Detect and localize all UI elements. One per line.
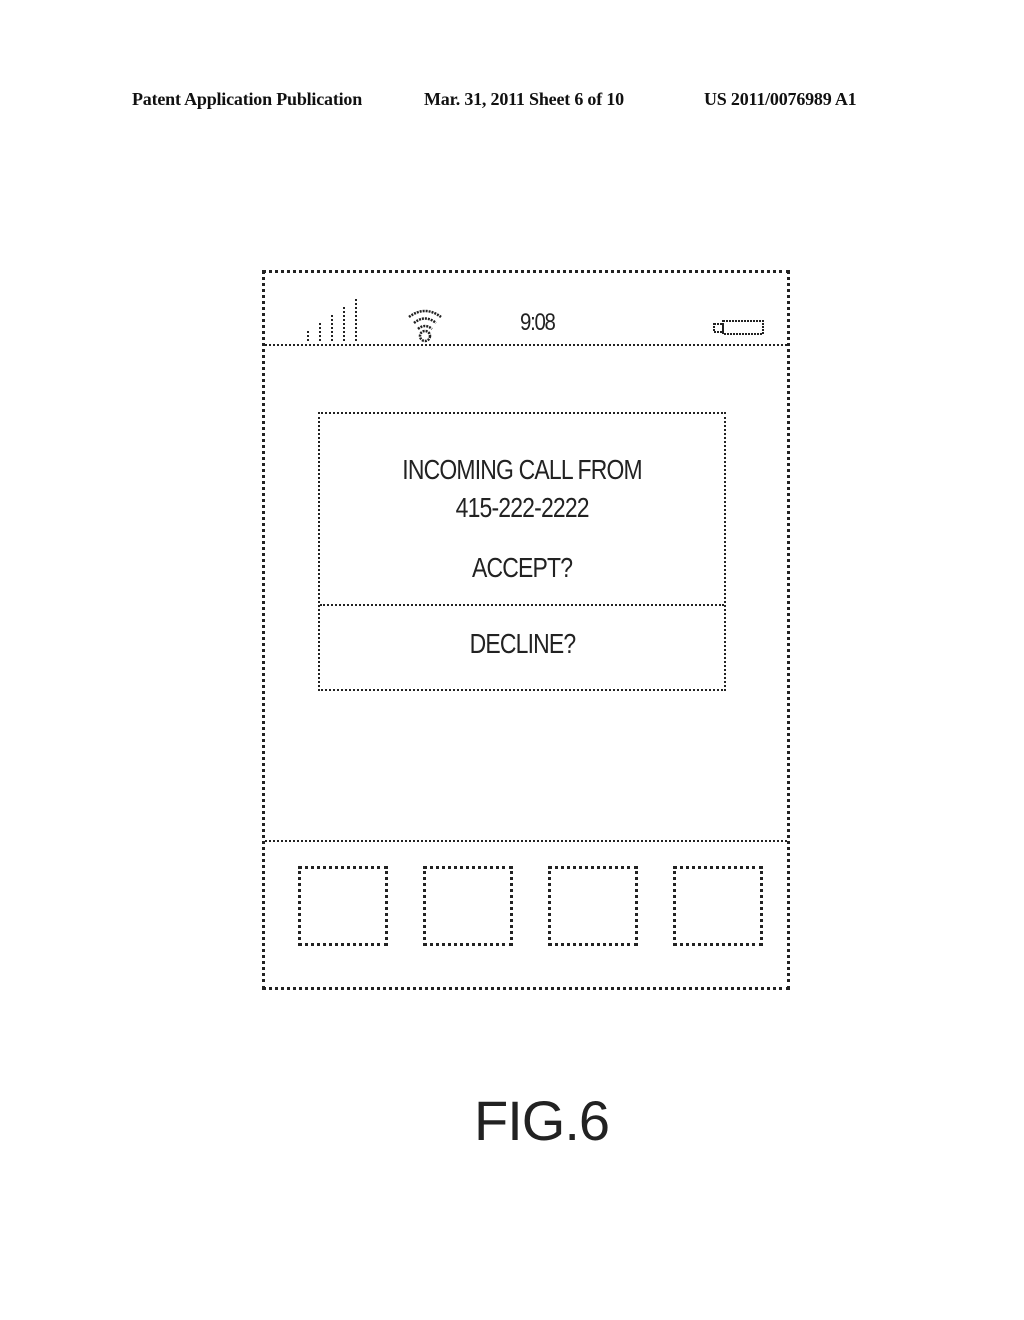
app-icon[interactable]: [298, 866, 388, 946]
signal-strength-icon: [305, 299, 365, 341]
phone-screen: 9:08 INCOMING CALL FROM 415-222-2222 ACC…: [262, 270, 790, 990]
publication-title: Patent Application Publication: [132, 89, 363, 109]
patent-number: US 2011/0076989 A1: [704, 89, 857, 109]
caller-number: 415-222-2222: [455, 492, 589, 523]
decline-area[interactable]: DECLINE?: [320, 606, 724, 689]
patent-header: Patent Application Publication Mar. 31, …: [0, 89, 1024, 113]
status-time: 9:08: [520, 309, 556, 336]
incoming-call-dialog: INCOMING CALL FROM 415-222-2222 ACCEPT? …: [318, 412, 726, 691]
publication-date-sheet: Mar. 31, 2011 Sheet 6 of 10: [424, 89, 624, 109]
accept-area[interactable]: INCOMING CALL FROM 415-222-2222 ACCEPT?: [320, 414, 724, 606]
wifi-icon: [405, 307, 445, 343]
decline-button[interactable]: DECLINE?: [469, 628, 576, 660]
battery-icon: [713, 320, 765, 336]
app-icon[interactable]: [423, 866, 513, 946]
status-bar: 9:08: [265, 273, 787, 346]
figure-label: FIG.6: [474, 1089, 610, 1152]
incoming-call-label: INCOMING CALL FROM: [402, 454, 642, 485]
app-icon[interactable]: [548, 866, 638, 946]
app-icon[interactable]: [673, 866, 763, 946]
app-dock: [265, 840, 787, 989]
accept-button[interactable]: ACCEPT?: [472, 552, 573, 584]
